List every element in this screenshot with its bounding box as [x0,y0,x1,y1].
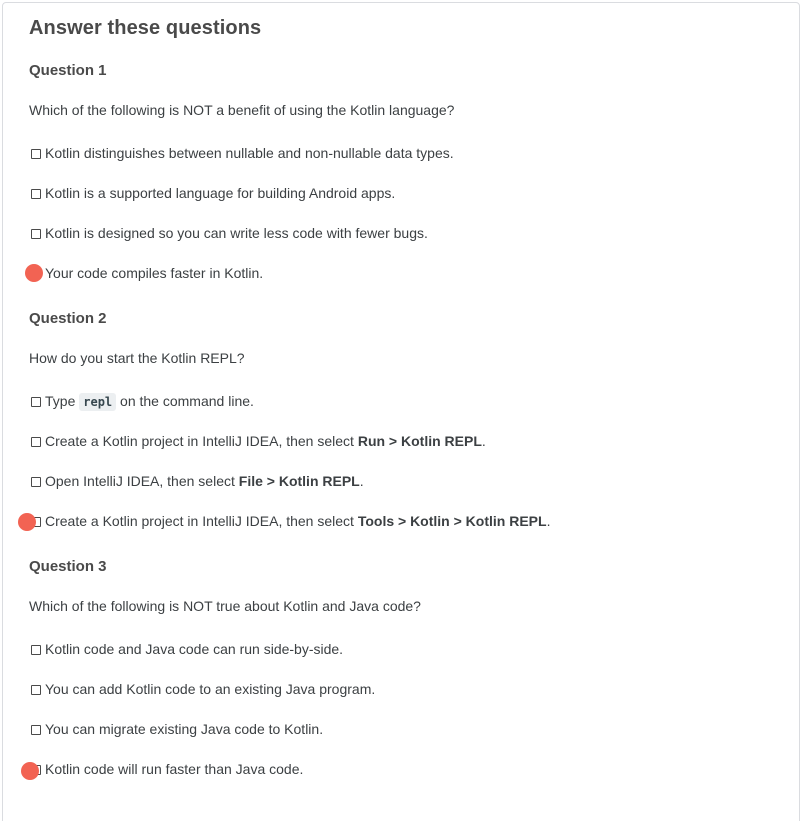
option-text: Kotlin code will run faster than Java co… [45,761,304,777]
answer-option[interactable]: Your code compiles faster in Kotlin. [29,263,263,283]
option-text-before: Type [45,393,80,409]
option-text: Your code compiles faster in Kotlin. [45,265,264,281]
option-text-after: . [546,513,551,529]
checkbox[interactable] [31,685,41,695]
menu-path: Run > Kotlin REPL [357,433,482,449]
checkbox[interactable] [31,229,41,239]
checkbox[interactable] [31,397,41,407]
option-text-after: on the command line. [116,393,254,409]
option-text: Create a Kotlin project in IntelliJ IDEA… [45,433,486,449]
quiz-card: Answer these questions Question 1 Which … [2,2,800,821]
option-text: Open IntelliJ IDEA, then select File > K… [45,473,364,489]
answer-option[interactable]: Create a Kotlin project in IntelliJ IDEA… [29,511,550,531]
checkbox[interactable] [31,725,41,735]
click-marker-dot [18,513,36,531]
question-heading: Question 1 [29,62,107,79]
answer-option[interactable]: You can migrate existing Java code to Ko… [29,719,323,739]
inline-code: repl [79,393,117,411]
question-prompt: Which of the following is NOT a benefit … [29,102,455,118]
answer-option[interactable]: Kotlin is designed so you can write less… [29,223,428,243]
checkbox[interactable] [31,645,41,655]
checkbox[interactable] [31,189,41,199]
question-heading: Question 3 [29,558,107,575]
checkbox[interactable] [31,437,41,447]
answer-option[interactable]: Open IntelliJ IDEA, then select File > K… [29,471,364,491]
option-text: Kotlin distinguishes between nullable an… [45,145,454,161]
option-text-before: Create a Kotlin project in IntelliJ IDEA… [45,513,358,529]
click-marker-dot [25,264,43,282]
click-marker-dot [21,762,39,780]
answer-option[interactable]: Kotlin code and Java code can run side-b… [29,639,343,659]
option-text: Create a Kotlin project in IntelliJ IDEA… [45,513,550,529]
question-prompt: Which of the following is NOT true about… [29,598,421,614]
option-text-after: . [481,433,486,449]
option-text: Type repl on the command line. [45,393,254,411]
menu-path: Tools > Kotlin > Kotlin REPL [357,513,547,529]
answer-option[interactable]: You can add Kotlin code to an existing J… [29,679,375,699]
checkbox[interactable] [31,149,41,159]
option-text-before: Open IntelliJ IDEA, then select [45,473,239,489]
answer-option[interactable]: Type repl on the command line. [29,391,254,411]
option-text-before: Create a Kotlin project in IntelliJ IDEA… [45,433,358,449]
option-text: You can migrate existing Java code to Ko… [45,721,324,737]
option-text: Kotlin is a supported language for build… [45,185,396,201]
option-text: Kotlin is designed so you can write less… [45,225,428,241]
answer-option[interactable]: Kotlin is a supported language for build… [29,183,395,203]
option-text: You can add Kotlin code to an existing J… [45,681,376,697]
answer-option[interactable]: Kotlin distinguishes between nullable an… [29,143,454,163]
option-text-after: . [359,473,364,489]
menu-path: File > Kotlin REPL [238,473,360,489]
answer-option[interactable]: Create a Kotlin project in IntelliJ IDEA… [29,431,486,451]
question-prompt: How do you start the Kotlin REPL? [29,350,245,366]
checkbox[interactable] [31,477,41,487]
quiz-title: Answer these questions [29,17,262,39]
answer-option[interactable]: Kotlin code will run faster than Java co… [29,759,303,779]
option-text: Kotlin code and Java code can run side-b… [45,641,344,657]
question-heading: Question 2 [29,310,107,327]
